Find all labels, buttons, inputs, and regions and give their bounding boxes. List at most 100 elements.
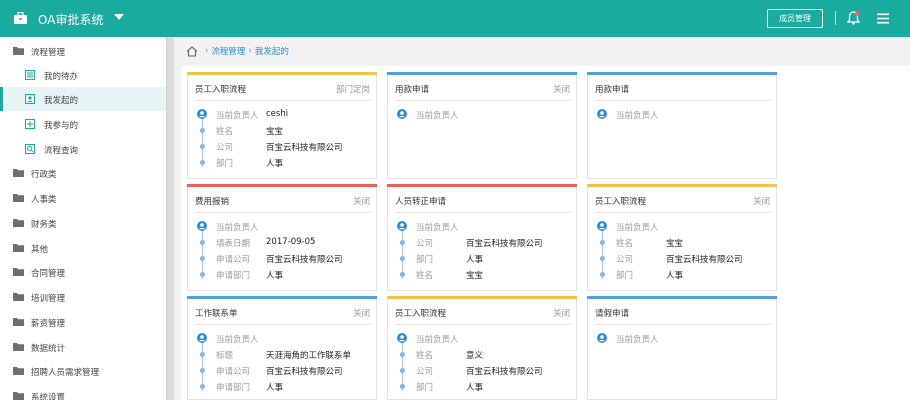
process-card[interactable]: 用款申请 当前负责人 xyxy=(587,72,777,179)
process-card[interactable]: 员工入职流程 部门定岗 当前负责人 ceshi 姓名 宝宝 公司 百宝云科技有限… xyxy=(187,72,377,179)
card-title: 员工入职流程 xyxy=(395,309,447,319)
card-title: 工作联系单 xyxy=(195,309,238,319)
briefcase-icon xyxy=(14,12,27,24)
field-label: 姓名 xyxy=(216,127,234,137)
card-row: 公司 百宝云科技有限公司 xyxy=(195,140,371,154)
sidebar-item-training[interactable]: 培训管理 xyxy=(0,285,166,309)
field-label: 姓名 xyxy=(416,351,434,361)
field-value: 人事 xyxy=(666,271,684,281)
member-management-button[interactable]: 成员管理 xyxy=(767,9,823,28)
card-status: 关闭 xyxy=(752,197,770,207)
field-label: 部门 xyxy=(416,383,434,393)
timeline-dot xyxy=(400,240,405,245)
folder-icon xyxy=(13,343,24,351)
breadcrumb-current[interactable]: 我发起的 xyxy=(255,45,289,57)
process-card-grid: 员工入职流程 部门定岗 当前负责人 ceshi 姓名 宝宝 公司 百宝云科技有限… xyxy=(181,66,910,400)
timeline-dot xyxy=(400,272,405,277)
sidebar-item-label: 数据统计 xyxy=(31,344,66,354)
field-value: 宝宝 xyxy=(666,239,684,249)
hamburger-menu-icon[interactable] xyxy=(877,13,889,24)
sidebar-item-my-participated[interactable]: 我参与的 xyxy=(0,112,166,136)
card-status: 关闭 xyxy=(552,85,570,95)
card-color-bar xyxy=(187,296,377,299)
card-title: 员工入职流程 xyxy=(595,197,647,207)
timeline-dot xyxy=(400,256,405,261)
process-card[interactable]: 用款申请 关闭 当前负责人 xyxy=(387,72,577,179)
sidebar-item-contract[interactable]: 合同管理 xyxy=(0,260,166,284)
bell-icon[interactable] xyxy=(847,11,860,25)
card-row: 部门 人事 xyxy=(195,156,371,170)
field-value: 意义 xyxy=(466,351,484,361)
folder-icon xyxy=(13,392,24,400)
sidebar-item-my-todo[interactable]: 我的待办 xyxy=(0,63,166,87)
sidebar-item-label: 我发起的 xyxy=(44,96,79,106)
folder-icon xyxy=(13,169,24,177)
card-row: 标题 天涯海角的工作联系单 xyxy=(195,348,371,362)
timeline-dot xyxy=(200,256,205,261)
card-title: 请假申请 xyxy=(595,309,630,319)
sidebar-item-process-management[interactable]: 流程管理 xyxy=(0,39,166,63)
card-color-bar xyxy=(387,296,577,299)
top-header: OA审批系统 成员管理 xyxy=(0,0,910,37)
field-value: 人事 xyxy=(266,383,284,393)
field-label: 部门 xyxy=(616,271,634,281)
process-card[interactable]: 费用报销 关闭 当前负责人 填表日期 2017-09-05 申请公司 百宝云科技… xyxy=(187,184,377,291)
field-value: 人事 xyxy=(466,255,484,265)
folder-icon xyxy=(13,47,24,55)
process-card[interactable]: 请假申请 当前负责人 xyxy=(587,296,777,400)
sidebar-item-salary[interactable]: 薪资管理 xyxy=(0,310,166,334)
card-status: 关闭 xyxy=(552,309,570,319)
field-value: 百宝云科技有限公司 xyxy=(466,367,543,377)
card-color-bar xyxy=(587,184,777,187)
sidebar-item-label: 招聘人员需求管理 xyxy=(31,368,100,378)
timeline-dot xyxy=(400,352,405,357)
process-card[interactable]: 员工入职流程 关闭 当前负责人 姓名 意义 公司 百宝云科技有限公司 部门 人事 xyxy=(387,296,577,400)
user-circle-icon xyxy=(197,109,207,119)
field-value: 百宝云科技有限公司 xyxy=(266,367,343,377)
field-value: 宝宝 xyxy=(466,271,484,281)
search-doc-icon xyxy=(25,144,35,154)
timeline-dot xyxy=(200,160,205,165)
sidebar-item-label: 其他 xyxy=(31,245,49,255)
sidebar-item-recruitment[interactable]: 招聘人员需求管理 xyxy=(0,359,166,383)
breadcrumb-separator: › xyxy=(205,46,209,56)
card-color-bar xyxy=(187,72,377,75)
card-row: 姓名 意义 xyxy=(395,348,571,362)
sidebar-item-label: 流程管理 xyxy=(31,48,66,58)
field-value: 人事 xyxy=(266,159,284,169)
card-color-bar xyxy=(587,72,777,75)
card-row: 申请公司 百宝云科技有限公司 xyxy=(195,364,371,378)
card-row: 公司 百宝云科技有限公司 xyxy=(395,364,571,378)
sidebar-item-statistics[interactable]: 数据统计 xyxy=(0,335,166,359)
process-card[interactable]: 人员转正申请 当前负责人 公司 百宝云科技有限公司 部门 人事 姓名 宝宝 xyxy=(387,184,577,291)
card-row: 当前负责人 xyxy=(595,108,771,122)
sidebar-item-finance[interactable]: 财务类 xyxy=(0,211,166,235)
card-row: 当前负责人 xyxy=(395,108,571,122)
sidebar-scrollbar[interactable] xyxy=(166,37,174,400)
card-divider xyxy=(195,324,371,325)
header-divider xyxy=(835,11,836,25)
breadcrumb-separator: › xyxy=(248,46,252,56)
field-label: 申请公司 xyxy=(216,255,251,265)
breadcrumb-link[interactable]: 流程管理 xyxy=(211,45,245,57)
field-label: 当前负责人 xyxy=(416,111,459,121)
card-row: 当前负责人 xyxy=(395,220,571,234)
field-label: 公司 xyxy=(416,367,434,377)
sidebar-item-my-initiated[interactable]: 我发起的 xyxy=(0,87,166,111)
sidebar-item-hr[interactable]: 人事类 xyxy=(0,186,166,210)
card-row: 当前负责人 xyxy=(395,332,571,346)
process-card[interactable]: 工作联系单 关闭 当前负责人 标题 天涯海角的工作联系单 申请公司 百宝云科技有… xyxy=(187,296,377,400)
card-row: 申请部门 人事 xyxy=(195,380,371,394)
sidebar-item-settings[interactable]: 系统设置 xyxy=(0,384,166,400)
timeline-dot xyxy=(600,256,605,261)
timeline-dot xyxy=(200,352,205,357)
card-status: 部门定岗 xyxy=(335,85,370,95)
sidebar-item-other[interactable]: 其他 xyxy=(0,236,166,260)
home-icon[interactable] xyxy=(186,45,198,57)
sidebar-item-process-query[interactable]: 流程查询 xyxy=(0,137,166,161)
timeline-dot xyxy=(400,368,405,373)
process-card[interactable]: 员工入职流程 关闭 当前负责人 姓名 宝宝 公司 百宝云科技有限公司 部门 人事 xyxy=(587,184,777,291)
sidebar-item-admin[interactable]: 行政类 xyxy=(0,161,166,185)
field-label: 姓名 xyxy=(416,271,434,281)
chevron-down-icon[interactable] xyxy=(114,13,124,21)
